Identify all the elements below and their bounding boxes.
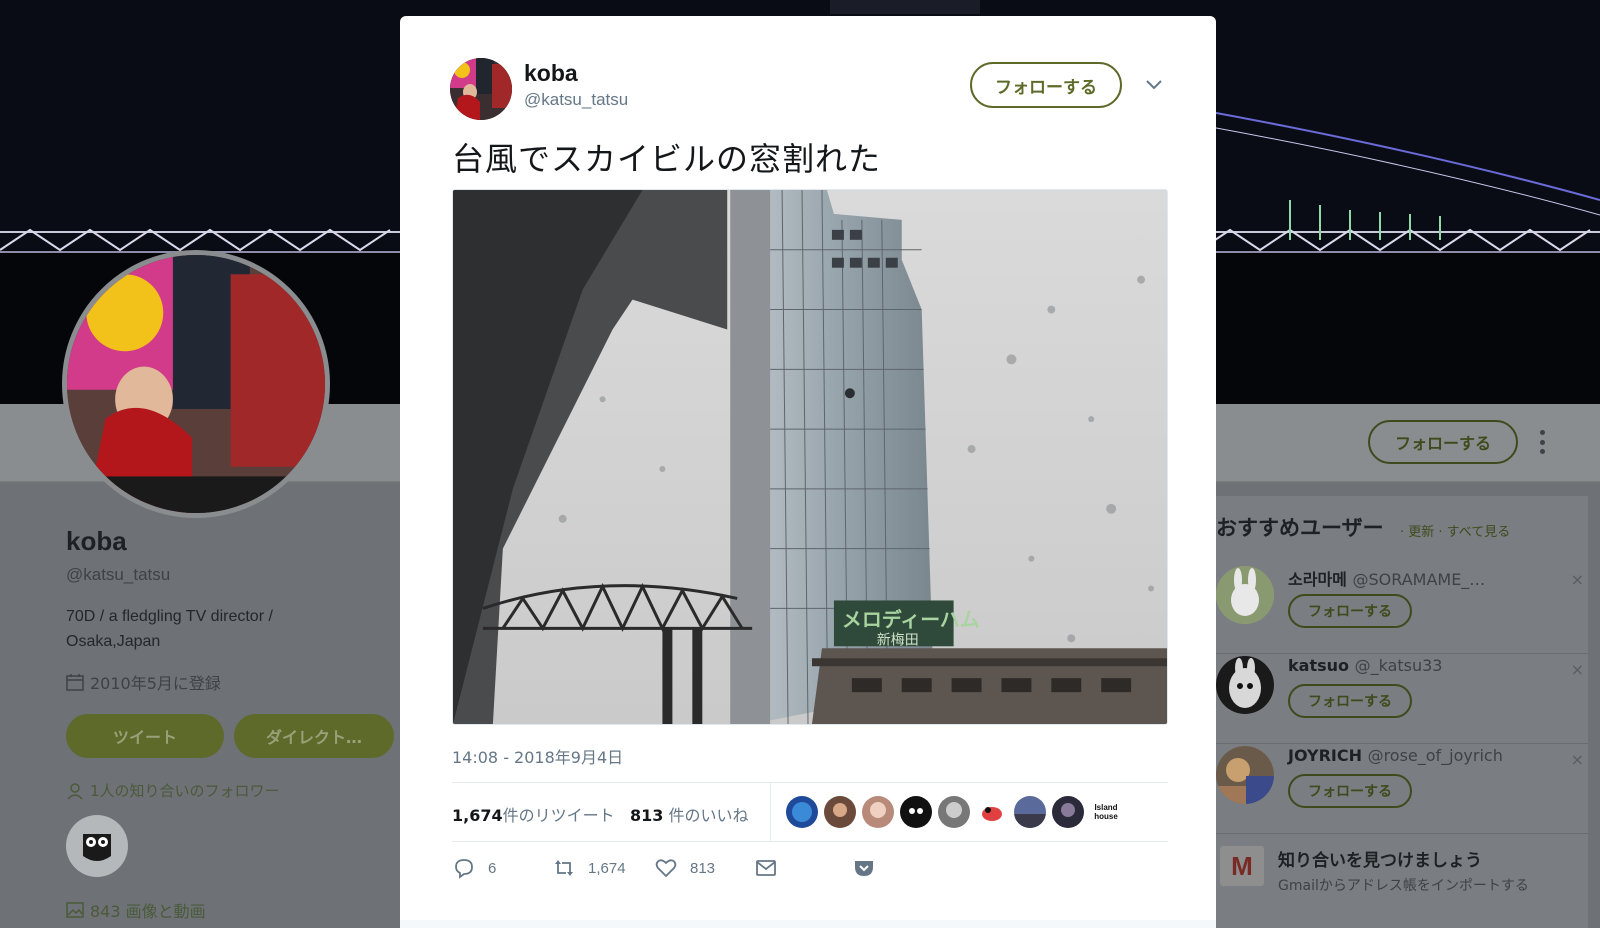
profile-media-link[interactable]: 843 画像と動画 bbox=[66, 898, 206, 922]
retweet-stat-count: 1,674 bbox=[452, 806, 503, 825]
more-vertical-icon[interactable] bbox=[1540, 430, 1546, 454]
liker-avatar[interactable] bbox=[1052, 796, 1084, 828]
tweet-to-button[interactable]: ツイート bbox=[66, 714, 224, 758]
like-count: 813 bbox=[690, 859, 716, 877]
reply-icon bbox=[455, 859, 473, 879]
suggestion-follow-button[interactable]: フォローする bbox=[1288, 684, 1412, 718]
profile-handle: @katsu_tatsu bbox=[66, 565, 171, 584]
profile-media-label: 843 画像と動画 bbox=[90, 902, 206, 921]
suggestion-item: 소라마메 @SORAMAME_… フォローする × bbox=[1216, 566, 1588, 654]
tweet-follow-button[interactable]: フォローする bbox=[970, 62, 1122, 108]
liker-avatar[interactable] bbox=[938, 796, 970, 828]
direct-message-button[interactable]: ダイレクト… bbox=[234, 714, 394, 758]
who-to-follow-title: おすすめユーザー bbox=[1216, 516, 1384, 540]
gmail-icon: M bbox=[1220, 846, 1264, 886]
person-icon bbox=[67, 782, 83, 800]
like-stat-label: 件のいいね bbox=[668, 806, 749, 825]
suggestion-name[interactable]: JOYRICH @rose_of_joyrich bbox=[1288, 746, 1503, 765]
reply-count: 6 bbox=[488, 859, 497, 877]
followers-you-know[interactable]: 1人の知り合いのフォロワー bbox=[66, 780, 280, 801]
profile-joined: 2010年5月に登録 bbox=[66, 670, 221, 694]
retweet-button[interactable]: 1,674 bbox=[552, 856, 626, 880]
suggestion-avatar[interactable] bbox=[1216, 746, 1274, 804]
tweet-timestamp[interactable]: 14:08 - 2018年9月4日 bbox=[452, 744, 623, 768]
tweet-author-avatar[interactable] bbox=[450, 58, 512, 120]
tweet-stats: 1,674件のリツイート 813 件のいいね Island house bbox=[452, 782, 1168, 842]
suggestion-avatar[interactable] bbox=[1216, 566, 1274, 624]
tweet-author-name[interactable]: koba bbox=[524, 60, 578, 87]
reply-button[interactable]: 6 bbox=[452, 856, 496, 880]
image-icon bbox=[66, 902, 84, 918]
liker-avatar-island-house[interactable]: Island house bbox=[1090, 796, 1122, 828]
liker-avatar[interactable] bbox=[862, 796, 894, 828]
direct-message-action[interactable] bbox=[754, 856, 778, 880]
owl-icon bbox=[83, 834, 111, 861]
suggestion-name[interactable]: katsuo @_katsu33 bbox=[1288, 656, 1442, 675]
find-friends-title: 知り合いを見つけましょう bbox=[1278, 851, 1482, 871]
suggestion-name[interactable]: 소라마메 @SORAMAME_… bbox=[1288, 566, 1485, 590]
like-stat[interactable]: 813 件のいいね bbox=[630, 802, 749, 826]
follower-avatar[interactable] bbox=[66, 815, 128, 877]
like-stat-count: 813 bbox=[630, 806, 664, 825]
tweet-author-handle[interactable]: @katsu_tatsu bbox=[524, 90, 628, 110]
dismiss-suggestion-icon[interactable]: × bbox=[1571, 570, 1584, 589]
profile-avatar[interactable] bbox=[62, 250, 330, 518]
retweet-icon bbox=[555, 860, 573, 876]
profile-name: koba bbox=[66, 526, 127, 556]
who-to-follow-links[interactable]: · 更新 · すべて見る bbox=[1400, 521, 1510, 540]
liker-avatar[interactable] bbox=[786, 796, 818, 828]
followers-you-know-label: 1人の知り合いのフォロワー bbox=[90, 782, 280, 800]
liker-avatar[interactable] bbox=[824, 796, 856, 828]
retweet-count: 1,674 bbox=[588, 859, 626, 877]
tweet-actions: 6 1,674 813 bbox=[452, 856, 1168, 884]
profile-bio: 70D / a fledgling TV director / Osaka,Ja… bbox=[66, 608, 273, 650]
like-button[interactable]: 813 bbox=[654, 856, 715, 880]
find-friends-gmail[interactable]: M 知り合いを見つけましょう Gmailからアドレス帳をインポートする bbox=[1220, 846, 1529, 895]
liker-avatar[interactable] bbox=[976, 796, 1008, 828]
retweet-stat[interactable]: 1,674件のリツイート bbox=[452, 802, 615, 826]
tweet-photo[interactable]: メロディーハム 新梅田 bbox=[452, 189, 1168, 725]
retweet-stat-label: 件のリツイート bbox=[502, 806, 615, 825]
calendar-icon bbox=[66, 674, 84, 691]
liker-avatars: Island house bbox=[786, 796, 1122, 828]
heart-icon bbox=[655, 859, 677, 878]
mail-icon bbox=[756, 860, 776, 876]
tweet-text: 台風でスカイビルの窓割れた bbox=[452, 140, 882, 178]
photo-sign-text: メロディーハム bbox=[842, 607, 980, 631]
suggestion-follow-button[interactable]: フォローする bbox=[1288, 594, 1412, 628]
photo-sign-subtext: 新梅田 bbox=[877, 632, 919, 648]
chevron-down-icon[interactable] bbox=[1144, 74, 1164, 94]
dismiss-suggestion-icon[interactable]: × bbox=[1571, 660, 1584, 679]
suggestion-avatar[interactable] bbox=[1216, 656, 1274, 714]
liker-avatar[interactable] bbox=[900, 796, 932, 828]
suggestion-item: katsuo @_katsu33 フォローする × bbox=[1216, 656, 1588, 744]
find-friends-subtitle: Gmailからアドレス帳をインポートする bbox=[1278, 878, 1529, 894]
profile-follow-button[interactable]: フォローする bbox=[1368, 420, 1518, 464]
pocket-icon bbox=[855, 861, 873, 876]
suggestion-item: JOYRICH @rose_of_joyrich フォローする × bbox=[1216, 746, 1588, 834]
modal-footer-strip bbox=[400, 920, 1216, 928]
tweet-modal: koba @katsu_tatsu フォローする 台風でスカイビルの窓割れた メ… bbox=[400, 16, 1216, 928]
suggestion-follow-button[interactable]: フォローする bbox=[1288, 774, 1412, 808]
liker-avatar[interactable] bbox=[1014, 796, 1046, 828]
dismiss-suggestion-icon[interactable]: × bbox=[1571, 750, 1584, 769]
profile-joined-label: 2010年5月に登録 bbox=[90, 674, 221, 693]
stats-divider bbox=[770, 783, 771, 841]
pocket-button[interactable] bbox=[852, 856, 876, 880]
